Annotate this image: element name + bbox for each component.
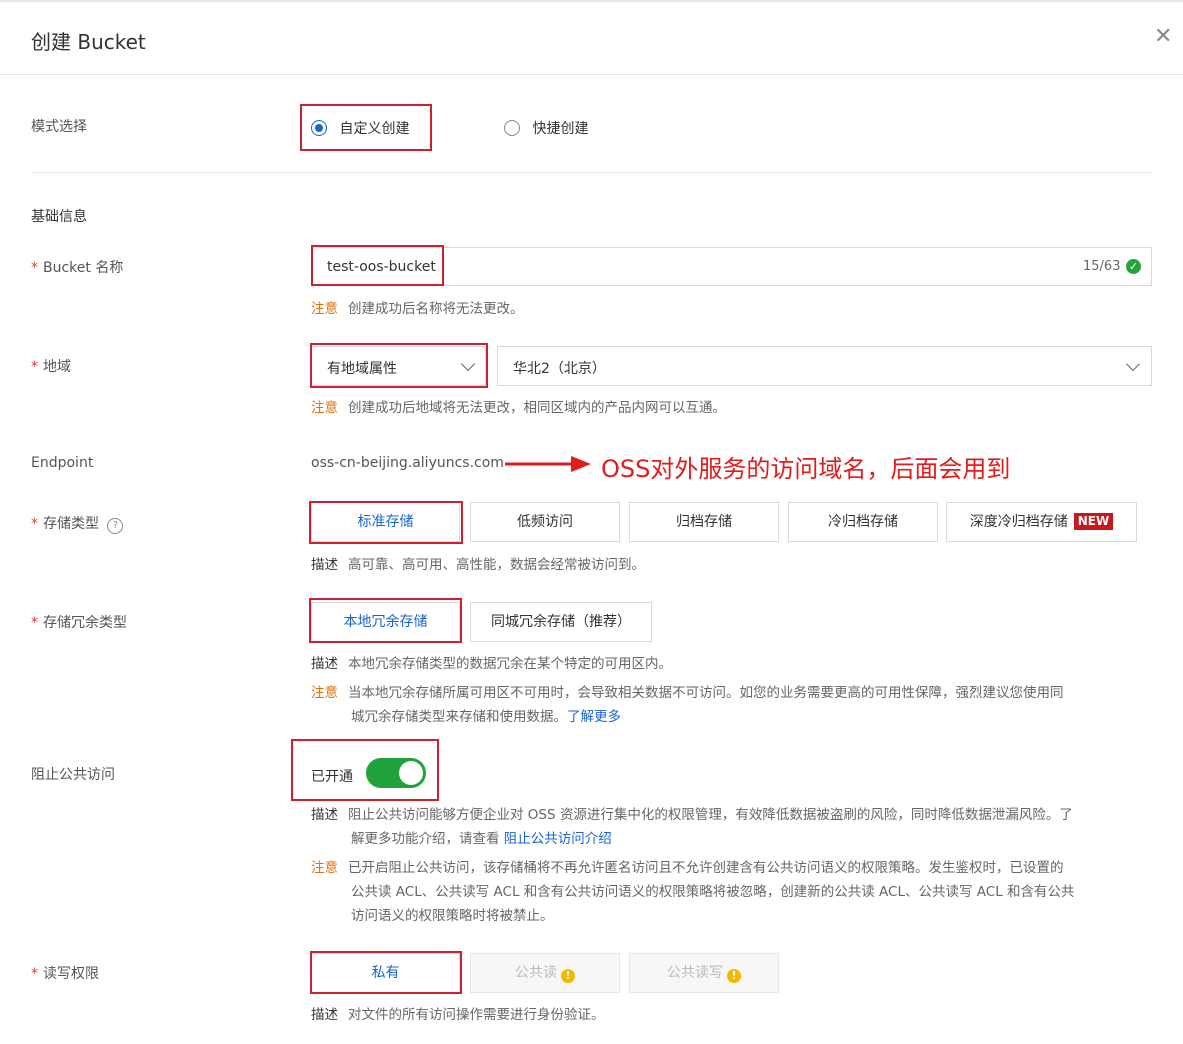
region-value: 华北2（北京）	[513, 361, 606, 377]
close-icon[interactable]: ✕	[1154, 26, 1172, 48]
block-public-desc: 描述 阻止公共访问能够方便企业对 OSS 资源进行集中化的权限管理，有效降低数据被…	[311, 807, 1073, 847]
redundancy-label: * 存储冗余类型	[31, 615, 127, 631]
storage-class-desc: 描述 高可靠、高可用、高性能，数据会经常被访问到。	[311, 557, 645, 573]
check-circle-icon: ✓	[1126, 259, 1141, 274]
radio-unchecked-icon[interactable]	[504, 120, 520, 136]
dialog-title: 创建 Bucket	[31, 30, 146, 54]
acl-public-read-write: 公共读写!	[629, 953, 779, 993]
endpoint-value: oss-cn-beijing.aliyuncs.com	[311, 455, 504, 471]
warning-icon: !	[561, 969, 575, 983]
block-public-status: 已开通	[311, 769, 353, 785]
storage-class-label: * 存储类型 ?	[31, 513, 124, 534]
top-border	[0, 0, 1183, 2]
annotation-box-storage-class	[309, 501, 463, 544]
bucket-name-label: * Bucket 名称	[31, 260, 124, 276]
storage-class-cold-archive[interactable]: 冷归档存储	[788, 502, 938, 542]
deep-cold-archive-label: 深度冷归档存储	[969, 514, 1068, 530]
section-divider	[31, 172, 1152, 173]
header-divider	[0, 74, 1183, 75]
bucket-name-counter: 15/63	[1083, 259, 1121, 274]
mode-option-custom[interactable]: 自定义创建	[311, 118, 409, 138]
radio-checked-icon[interactable]	[311, 120, 327, 136]
arrow-right-icon	[505, 456, 591, 472]
endpoint-annotation: OSS对外服务的访问域名，后面会用到	[601, 455, 1011, 483]
storage-class-ia[interactable]: 低频访问	[470, 502, 620, 542]
redundancy-zrs[interactable]: 同城冗余存储（推荐）	[470, 602, 652, 642]
acl-label: * 读写权限	[31, 966, 99, 982]
acl-public-read-write-label: 公共读写	[667, 965, 723, 981]
warning-icon: !	[727, 969, 741, 983]
redundancy-note: 注意 当本地冗余存储所属可用区不可用时，会导致相关数据不可访问。如您的业务需要更高…	[311, 685, 1064, 725]
redundancy-desc: 描述 本地冗余存储类型的数据冗余在某个特定的可用区内。	[311, 656, 672, 672]
new-badge: NEW	[1073, 513, 1114, 530]
storage-class-deep-cold-archive[interactable]: 深度冷归档存储 NEW	[946, 502, 1137, 542]
region-note: 注意 创建成功后地域将无法更改，相同区域内的产品内网可以互通。	[311, 400, 726, 416]
mode-label: 模式选择	[31, 119, 87, 135]
mode-option-quick-label: 快捷创建	[532, 121, 589, 137]
endpoint-label: Endpoint	[31, 455, 94, 471]
section-heading-basic: 基础信息	[31, 209, 87, 225]
block-public-label: 阻止公共访问	[31, 767, 115, 783]
toggle-knob	[399, 761, 423, 785]
acl-public-read: 公共读!	[470, 953, 620, 993]
storage-class-archive[interactable]: 归档存储	[629, 502, 779, 542]
bucket-name-note: 注意 创建成功后名称将无法更改。	[311, 301, 524, 317]
region-select[interactable]: 华北2（北京）	[497, 346, 1152, 386]
annotation-box-bucket-name	[311, 245, 444, 286]
chevron-down-icon	[1125, 356, 1141, 372]
annotation-box-acl	[310, 951, 462, 994]
mode-option-custom-label: 自定义创建	[339, 121, 410, 137]
annotation-box-redundancy	[309, 598, 462, 643]
block-public-intro-link[interactable]: 阻止公共访问介绍	[504, 831, 612, 847]
block-public-toggle[interactable]	[366, 758, 426, 788]
acl-public-read-label: 公共读	[515, 965, 557, 981]
annotation-box-region	[310, 343, 488, 388]
acl-desc: 描述 对文件的所有访问操作需要进行身份验证。	[311, 1007, 605, 1023]
question-circle-icon[interactable]: ?	[107, 518, 124, 534]
mode-option-quick[interactable]: 快捷创建	[504, 118, 588, 138]
learn-more-link[interactable]: 了解更多	[567, 709, 621, 725]
region-label: * 地域	[31, 359, 71, 375]
block-public-note: 注意 已开启阻止公共访问，该存储桶将不再允许匿名访问且不允许创建含有公共访问语义的…	[311, 860, 1075, 924]
